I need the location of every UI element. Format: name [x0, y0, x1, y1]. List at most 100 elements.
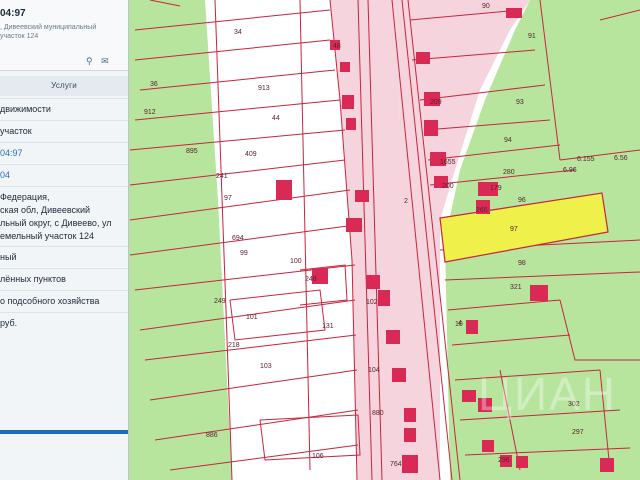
- parcel-label: 48: [333, 43, 341, 50]
- parcel-label: 44: [272, 115, 280, 122]
- cadastral-number: 04:97: [0, 8, 26, 19]
- parcel-label: 218: [228, 342, 240, 349]
- parcel-label: 104: [368, 367, 380, 374]
- building: [342, 95, 354, 109]
- parcel-label: 96: [518, 197, 526, 204]
- info-row-text: участок: [0, 126, 32, 136]
- building: [416, 52, 430, 64]
- parcel-label: 1655: [440, 159, 456, 166]
- parcel-label: 913: [258, 85, 270, 92]
- info-row[interactable]: 04: [0, 164, 128, 186]
- parcel-label: 100: [290, 258, 302, 265]
- search-icon[interactable]: ⚲: [86, 56, 93, 66]
- info-row: лённых пунктов: [0, 268, 128, 290]
- info-row-text: ный: [0, 252, 17, 262]
- info-row-text: руб.: [0, 318, 18, 328]
- parcel-label: 34: [234, 29, 242, 36]
- map-area[interactable]: 34 48 36 913 44 912 895 409 241 97 694 9…: [128, 0, 640, 480]
- building: [340, 62, 350, 72]
- cadastral-map[interactable]: 34 48 36 913 44 912 895 409 241 97 694 9…: [128, 0, 640, 480]
- building: [530, 285, 548, 301]
- parcel-label: 10: [455, 321, 463, 328]
- parcel-label: 912: [144, 109, 156, 116]
- parcel-label: 93: [516, 99, 524, 106]
- info-row-text: емельный участок 124: [0, 231, 94, 241]
- panel-header: 04:97 , Дивеевский муниципальный участок…: [0, 0, 128, 71]
- building: [404, 408, 416, 422]
- parcel-label: 764: [390, 461, 402, 468]
- address-subtitle: , Дивеевский муниципальный: [0, 24, 97, 31]
- info-row-text: лённых пунктов: [0, 274, 66, 284]
- info-row: Федерация, ская обл, Дивеевский льный окру…: [0, 186, 128, 246]
- parcel-label: 321: [510, 284, 522, 291]
- parcel-label: 297: [572, 429, 584, 436]
- watermark: ЦИАН: [478, 368, 617, 420]
- building: [402, 455, 418, 473]
- address-subtitle-2: участок 124: [0, 33, 39, 40]
- building: [386, 330, 400, 344]
- building: [346, 218, 362, 232]
- info-row-text: ская обл, Дивеевский: [0, 205, 91, 215]
- parcel-label: 296: [498, 457, 510, 464]
- panel-scroll-indicator: [0, 430, 128, 434]
- building: [355, 190, 369, 202]
- parcel-label: 880: [372, 410, 384, 417]
- parcel-label: 886: [206, 432, 218, 439]
- building: [346, 118, 356, 130]
- parcel-label: 6.96: [563, 167, 577, 174]
- info-row-text: движимости: [0, 104, 51, 114]
- parcel-label: 91: [528, 33, 536, 40]
- parcel-label: 409: [245, 151, 257, 158]
- parcel-label: 90: [482, 3, 490, 10]
- building: [392, 368, 406, 382]
- info-row-text: льный округ, с Дивеево, ул: [0, 218, 112, 228]
- parcel-label: 200: [442, 183, 454, 190]
- info-row: руб.: [0, 312, 128, 334]
- info-row: о подсобного хозяйства: [0, 290, 128, 312]
- parcel-label: 36: [150, 81, 158, 88]
- parcel-label: 102: [366, 299, 378, 306]
- info-row[interactable]: 04:97: [0, 142, 128, 164]
- building: [404, 428, 416, 442]
- parcel-label: 6.155: [577, 156, 595, 163]
- parcel-label: 94: [504, 137, 512, 144]
- info-row-text: Федерация,: [0, 192, 50, 202]
- building: [366, 275, 380, 289]
- building: [482, 440, 494, 452]
- info-row-text: о подсобного хозяйства: [0, 296, 100, 306]
- info-row: движимости: [0, 98, 128, 120]
- parcel-label: 106: [312, 453, 324, 460]
- building: [378, 290, 390, 306]
- building: [516, 456, 528, 468]
- info-row-text: 04: [0, 170, 11, 180]
- building: [424, 120, 438, 136]
- info-row: ный: [0, 246, 128, 268]
- building: [600, 458, 614, 472]
- mail-icon[interactable]: ✉: [101, 56, 109, 66]
- parcel-label: 248: [305, 276, 317, 283]
- parcel-label: 895: [186, 148, 198, 155]
- info-row-text: 04:97: [0, 148, 23, 158]
- parcel-label: 179: [490, 185, 502, 192]
- parcel-label: 249: [214, 298, 226, 305]
- parcel-label: 99: [240, 250, 248, 257]
- parcel-label: 2: [404, 198, 408, 205]
- parcel-label: 97: [510, 226, 518, 233]
- building: [276, 180, 292, 200]
- parcel-label: 241: [216, 173, 228, 180]
- parcel-label: 97: [224, 195, 232, 202]
- parcel-label: 209: [430, 99, 442, 106]
- parcel-label: 98: [518, 260, 526, 267]
- parcel-label: 694: [232, 235, 244, 242]
- parcel-label: 265: [476, 207, 488, 214]
- building: [462, 390, 476, 402]
- parcel-label: 280: [503, 169, 515, 176]
- panel-tools: ⚲ ✉: [86, 56, 115, 67]
- building: [506, 8, 522, 18]
- parcel-label: 131: [322, 323, 334, 330]
- parcel-label: 103: [260, 363, 272, 370]
- parcel-label: 6.56: [614, 155, 628, 162]
- services-header[interactable]: Услуги: [0, 76, 128, 96]
- building: [466, 320, 478, 334]
- info-row: участок: [0, 120, 128, 142]
